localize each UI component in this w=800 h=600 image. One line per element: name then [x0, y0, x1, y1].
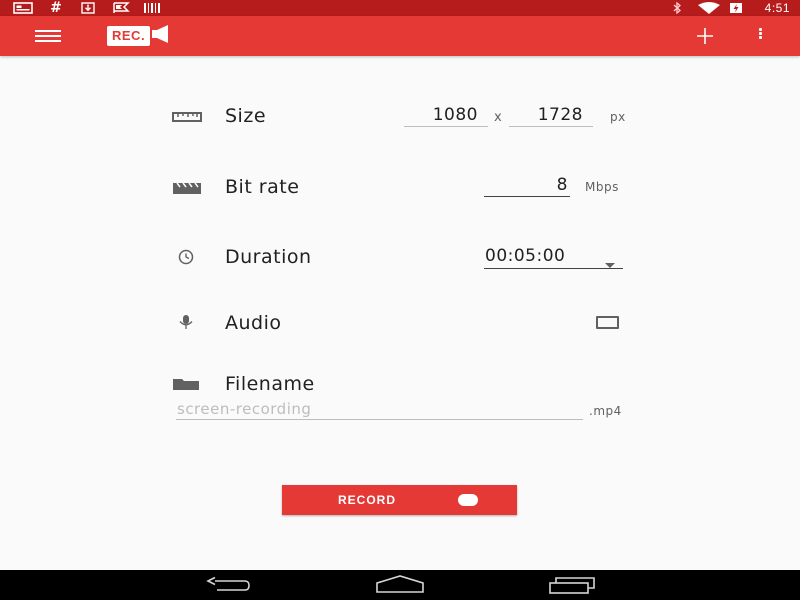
notification-card-icon: [13, 2, 33, 14]
record-button-label: RECORD: [338, 493, 397, 507]
navigation-bar: [0, 570, 800, 600]
filename-placeholder: screen-recording: [177, 400, 312, 418]
audio-checkbox[interactable]: [596, 316, 619, 329]
clock-time: 4:51: [764, 1, 790, 15]
app-logo: REC.: [107, 25, 169, 47]
microphone-icon: [172, 314, 202, 330]
home-icon[interactable]: [375, 575, 425, 599]
record-dot-icon: [458, 494, 478, 506]
add-icon[interactable]: [693, 24, 717, 48]
filename-field[interactable]: screen-recording: [176, 399, 583, 420]
folder-icon: [172, 376, 202, 392]
duration-label: Duration: [225, 246, 312, 268]
logo-text: REC.: [107, 26, 151, 46]
audio-label: Audio: [225, 312, 282, 334]
bitrate-unit: Mbps: [585, 180, 619, 194]
bluetooth-icon: [670, 2, 684, 14]
ruler-icon: [172, 109, 202, 125]
flag-icon: [112, 2, 130, 14]
duration-select[interactable]: 00:05:00: [484, 245, 623, 269]
hash-icon: #: [50, 0, 62, 16]
back-icon[interactable]: [205, 576, 253, 598]
clock-icon: [172, 249, 202, 265]
wifi-icon: [697, 2, 721, 14]
overflow-menu-icon[interactable]: [752, 28, 768, 44]
download-icon: [80, 2, 96, 14]
film-clapper-icon: [172, 180, 202, 196]
record-button[interactable]: RECORD: [282, 485, 517, 515]
dropdown-arrow-icon: [605, 254, 615, 274]
battery-charging-icon: [729, 2, 743, 14]
camera-icon: [151, 24, 169, 48]
size-times-label: x: [494, 110, 503, 125]
recents-icon[interactable]: [548, 575, 596, 599]
size-unit: px: [610, 110, 626, 124]
menu-icon[interactable]: [35, 30, 61, 42]
size-label: Size: [225, 105, 267, 127]
status-bar: # 4:51: [0, 0, 800, 16]
width-field[interactable]: 1080: [404, 105, 488, 127]
bitrate-label: Bit rate: [225, 176, 300, 198]
bitrate-field[interactable]: 8: [484, 175, 570, 197]
duration-value: 00:05:00: [485, 246, 566, 266]
filename-extension: .mp4: [589, 404, 622, 418]
app-bar: REC.: [0, 16, 800, 56]
filename-label: Filename: [225, 373, 315, 395]
barcode-icon: [143, 2, 161, 14]
height-field[interactable]: 1728: [509, 105, 593, 127]
